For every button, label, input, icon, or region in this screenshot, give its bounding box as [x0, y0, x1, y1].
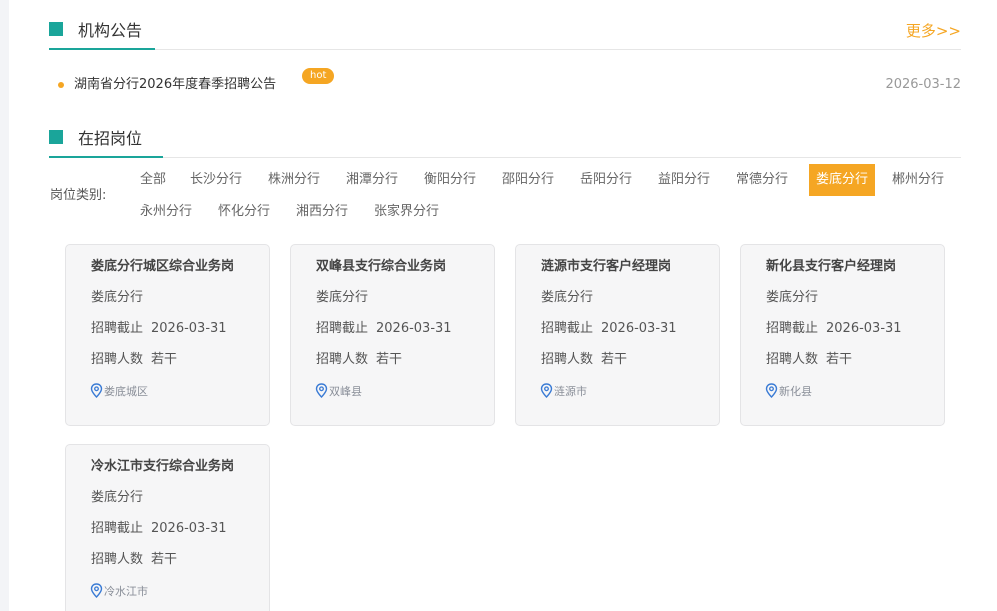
count-label: 招聘人数	[91, 352, 144, 367]
more-link[interactable]: 更多>>	[906, 20, 961, 42]
deadline-label: 招聘截止	[316, 321, 369, 336]
category-tab-zhangjiajie[interactable]: 张家界分行	[369, 196, 444, 228]
job-title: 双峰县支行综合业务岗	[316, 259, 447, 274]
section-marker-icon	[49, 130, 67, 148]
category-tab-yiyang[interactable]: 益阳分行	[653, 164, 715, 196]
job-count: 招聘人数 若干	[91, 351, 177, 369]
job-org: 娄底分行	[91, 490, 144, 505]
job-deadline: 招聘截止 2026-03-31	[316, 320, 452, 338]
category-tab-xiangxi[interactable]: 湘西分行	[291, 196, 353, 228]
job-location: 冷水江市	[90, 583, 148, 600]
deadline-label: 招聘截止	[541, 321, 594, 336]
category-tab-changde[interactable]: 常德分行	[731, 164, 793, 196]
notice-title-underline: 机构公告	[49, 20, 155, 50]
job-location: 新化县	[765, 383, 812, 400]
category-tab-chenzhou[interactable]: 郴州分行	[887, 164, 949, 196]
location-pin-icon	[315, 383, 328, 398]
location-text: 冷水江市	[104, 585, 148, 598]
count-value: 若干	[151, 352, 178, 367]
notice-section-header: 机构公告 更多>>	[49, 20, 961, 50]
job-count: 招聘人数 若干	[541, 351, 627, 369]
job-deadline: 招聘截止 2026-03-31	[766, 320, 902, 338]
job-deadline: 招聘截止 2026-03-31	[91, 320, 227, 338]
announcement-title[interactable]: 湖南省分行2026年度春季招聘公告	[74, 76, 276, 94]
category-tab-yueyang[interactable]: 岳阳分行	[575, 164, 637, 196]
job-location: 娄底城区	[90, 383, 148, 400]
count-label: 招聘人数	[766, 352, 819, 367]
notice-section-title: 机构公告	[78, 21, 143, 40]
job-title: 娄底分行城区综合业务岗	[91, 259, 235, 274]
deadline-value: 2026-03-31	[601, 321, 677, 336]
count-value: 若干	[601, 352, 628, 367]
section-marker-icon	[49, 22, 67, 40]
job-org: 娄底分行	[316, 290, 369, 305]
deadline-label: 招聘截止	[91, 521, 144, 536]
category-tab-hengyang[interactable]: 衡阳分行	[419, 164, 481, 196]
category-label: 岗位类别:	[50, 188, 107, 203]
job-card[interactable]: 冷水江市支行综合业务岗 娄底分行 招聘截止 2026-03-31 招聘人数 若干 冷…	[65, 444, 270, 611]
count-label: 招聘人数	[316, 352, 369, 367]
hot-badge: hot	[302, 68, 335, 84]
deadline-label: 招聘截止	[766, 321, 819, 336]
category-tab-zhuzhou[interactable]: 株洲分行	[263, 164, 325, 196]
announcement-date: 2026-03-12	[885, 77, 961, 92]
job-org: 娄底分行	[541, 290, 594, 305]
job-title: 新化县支行客户经理岗	[766, 259, 897, 274]
deadline-value: 2026-03-31	[376, 321, 452, 336]
job-title: 冷水江市支行综合业务岗	[91, 459, 235, 474]
location-text: 娄底城区	[104, 385, 148, 398]
left-edge-strip	[0, 0, 9, 611]
count-label: 招聘人数	[541, 352, 594, 367]
jobs-section-title: 在招岗位	[78, 129, 143, 148]
jobs-title-underline: 在招岗位	[49, 128, 163, 158]
category-tab-yongzhou[interactable]: 永州分行	[135, 196, 197, 228]
job-card[interactable]: 新化县支行客户经理岗 娄底分行 招聘截止 2026-03-31 招聘人数 若干 新化…	[740, 244, 945, 426]
location-text: 涟源市	[554, 385, 587, 398]
job-org: 娄底分行	[766, 290, 819, 305]
location-pin-icon	[765, 383, 778, 398]
job-location: 双峰县	[315, 383, 362, 400]
location-text: 双峰县	[329, 385, 362, 398]
category-tab-shaoyang[interactable]: 邵阳分行	[497, 164, 559, 196]
announcement-item[interactable]: 湖南省分行2026年度春季招聘公告 hot 2026-03-12	[58, 68, 961, 96]
location-pin-icon	[90, 383, 103, 398]
job-count: 招聘人数 若干	[316, 351, 402, 369]
category-tab-changsha[interactable]: 长沙分行	[185, 164, 247, 196]
jobs-section-header: 在招岗位	[49, 128, 961, 158]
bullet-dot-icon	[58, 82, 64, 88]
count-value: 若干	[826, 352, 853, 367]
job-card[interactable]: 双峰县支行综合业务岗 娄底分行 招聘截止 2026-03-31 招聘人数 若干 双峰…	[290, 244, 495, 426]
location-text: 新化县	[779, 385, 812, 398]
job-card[interactable]: 涟源市支行客户经理岗 娄底分行 招聘截止 2026-03-31 招聘人数 若干 涟源…	[515, 244, 720, 426]
job-count: 招聘人数 若干	[766, 351, 852, 369]
job-title: 涟源市支行客户经理岗	[541, 259, 672, 274]
category-tab-huaihua[interactable]: 怀化分行	[213, 196, 275, 228]
job-org: 娄底分行	[91, 290, 144, 305]
location-pin-icon	[540, 383, 553, 398]
count-label: 招聘人数	[91, 552, 144, 567]
category-tab-all[interactable]: 全部	[135, 164, 171, 196]
deadline-label: 招聘截止	[91, 321, 144, 336]
job-card[interactable]: 娄底分行城区综合业务岗 娄底分行 招聘截止 2026-03-31 招聘人数 若干 娄…	[65, 244, 270, 426]
location-pin-icon	[90, 583, 103, 598]
job-count: 招聘人数 若干	[91, 551, 177, 569]
job-deadline: 招聘截止 2026-03-31	[91, 520, 227, 538]
count-value: 若干	[376, 352, 403, 367]
category-tab-xiangtan[interactable]: 湘潭分行	[341, 164, 403, 196]
job-deadline: 招聘截止 2026-03-31	[541, 320, 677, 338]
job-location: 涟源市	[540, 383, 587, 400]
deadline-value: 2026-03-31	[151, 521, 227, 536]
deadline-value: 2026-03-31	[151, 321, 227, 336]
count-value: 若干	[151, 552, 178, 567]
category-tab-loudi[interactable]: 娄底分行	[809, 164, 875, 196]
deadline-value: 2026-03-31	[826, 321, 902, 336]
